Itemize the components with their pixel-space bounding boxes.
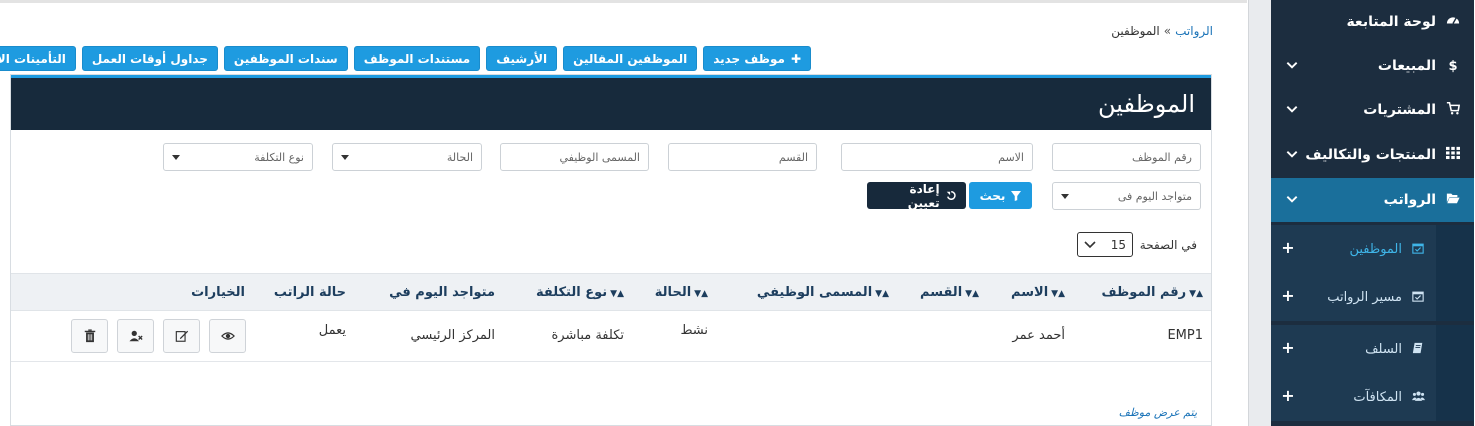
view-button[interactable]: [210, 319, 247, 353]
work-schedules-button[interactable]: جداول أوقات العمل: [82, 46, 219, 71]
folder-open-icon: [1445, 191, 1463, 209]
sidebar-item-dashboard[interactable]: لوحة المتابعة: [1272, 0, 1475, 44]
breadcrumb-current: الموظفين: [1112, 24, 1161, 38]
cell-employee-no: EMP1: [1168, 328, 1204, 343]
search-button[interactable]: بحث: [970, 182, 1033, 209]
calendar-icon: [1411, 290, 1427, 305]
plus-icon: ✚: [791, 51, 802, 66]
sidebar-sub-bonuses-row: المكافآت +: [1272, 373, 1475, 421]
social-insurance-button[interactable]: التأمينات الاجتماعية: [0, 46, 77, 71]
chevron-down-icon: [1287, 151, 1299, 158]
department-input[interactable]: القسم: [669, 143, 818, 171]
records-info: يتم عرض موظف: [1119, 406, 1198, 419]
cell-cost-type: تكلفة مباشرة: [552, 328, 625, 343]
breadcrumb-separator: »: [1164, 24, 1173, 38]
th-job-title[interactable]: ▲▼المسمى الوظيفي: [758, 285, 890, 300]
chevron-down-icon: [1085, 240, 1097, 248]
new-employee-button[interactable]: ✚ موظف جديد: [704, 46, 812, 71]
page-title: الموظفين: [1098, 90, 1196, 118]
caret-down-icon: [173, 154, 181, 160]
job-title-input[interactable]: المسمى الوظيفي: [501, 143, 650, 171]
main-content: الرواتب»الموظفين ✚ موظف جديد الموظفين ال…: [0, 0, 1248, 426]
users-icon: [1411, 390, 1427, 405]
cell-status: نشط: [681, 323, 709, 338]
status-select[interactable]: الحالة: [333, 143, 483, 171]
name-input[interactable]: الاسم: [842, 143, 1034, 171]
chevron-down-icon: [1287, 196, 1299, 203]
th-name[interactable]: ▲▼الاسم: [1012, 285, 1066, 300]
filter-icon: [1012, 190, 1023, 201]
sidebar: لوحة المتابعة $ المبيعات المشتريات المنت…: [1272, 0, 1475, 426]
calendar-icon: [1411, 242, 1427, 257]
expand-plus-icon[interactable]: +: [1280, 287, 1298, 305]
cell-present-today: المركز الرئيسي: [411, 328, 496, 343]
expand-plus-icon[interactable]: +: [1280, 339, 1298, 357]
dashboard-icon: [1445, 13, 1463, 31]
undo-icon: [947, 191, 957, 200]
sidebar-sub-advances-row: السلف +: [1272, 325, 1475, 373]
cell-name: أحمد عمر: [1013, 328, 1066, 343]
employee-no-input[interactable]: رقم الموظف: [1053, 143, 1202, 171]
grid-icon: [1445, 146, 1463, 164]
employee-documents-button[interactable]: مستندات الموظف: [354, 46, 482, 71]
eye-icon: [221, 332, 236, 340]
sidebar-item-payroll[interactable]: الرواتب: [1272, 178, 1475, 222]
cost-type-select[interactable]: نوع التكلفة: [164, 143, 314, 171]
per-page-select[interactable]: 15: [1078, 232, 1134, 257]
user-remove-icon: [129, 330, 144, 342]
expand-plus-icon[interactable]: +: [1280, 387, 1298, 405]
panel-header: الموظفين: [12, 75, 1212, 130]
table-header: ▲▼رقم الموظف ▲▼الاسم ▲▼القسم ▲▼المسمى ال…: [12, 273, 1212, 311]
edit-icon: [176, 330, 189, 342]
employee-vouchers-button[interactable]: سندات الموظفين: [224, 46, 349, 71]
delete-button[interactable]: [72, 319, 109, 353]
sidebar-item-products-costs[interactable]: المنتجات والتكاليف: [1272, 133, 1475, 177]
book-icon: [1411, 342, 1427, 357]
toolbar: ✚ موظف جديد الموظفين المقالين الأرشيف مس…: [0, 46, 812, 72]
breadcrumb: الرواتب»الموظفين: [1112, 24, 1214, 38]
th-department[interactable]: ▲▼القسم: [921, 285, 980, 300]
sidebar-sub-employees-row: الموظفين +: [1272, 225, 1475, 273]
table-row: EMP1 أحمد عمر نشط تكلفة مباشرة المركز ال…: [12, 311, 1212, 362]
th-salary-status: حالة الراتب: [274, 285, 347, 300]
cart-icon: [1445, 101, 1463, 119]
employees-panel: الموظفين رقم الموظف الاسم القسم المسمى ا…: [11, 74, 1213, 426]
dismiss-user-button[interactable]: [118, 319, 155, 353]
per-page-label: في الصفحة: [1140, 238, 1198, 252]
chevron-down-icon: [1287, 62, 1299, 69]
reset-button[interactable]: إعادة تعيين: [868, 182, 967, 210]
th-status[interactable]: ▲▼الحالة: [656, 285, 709, 300]
dollar-icon: $: [1449, 58, 1459, 74]
sidebar-item-sales[interactable]: $ المبيعات: [1272, 44, 1475, 88]
sidebar-gutter: [1250, 0, 1272, 426]
th-employee-no[interactable]: ▲▼رقم الموظف: [1103, 285, 1205, 300]
trash-icon: [85, 329, 96, 343]
dismissed-employees-button[interactable]: الموظفين المقالين: [564, 46, 699, 71]
caret-down-icon: [1062, 193, 1070, 199]
th-cost-type[interactable]: ▲▼نوع التكلفة: [537, 285, 625, 300]
archive-button[interactable]: الأرشيف: [487, 46, 559, 71]
cell-salary-status: يعمل: [319, 323, 347, 338]
caret-down-icon: [342, 154, 350, 160]
sidebar-item-purchases[interactable]: المشتريات: [1272, 88, 1475, 132]
th-present-today[interactable]: متواجد اليوم في: [390, 285, 496, 300]
chevron-down-icon: [1287, 106, 1299, 113]
edit-button[interactable]: [164, 319, 201, 353]
expand-plus-icon[interactable]: +: [1280, 239, 1298, 257]
sidebar-sub-payroll-run-row: مسير الرواتب +: [1272, 273, 1475, 321]
th-options: الخيارات: [192, 285, 246, 300]
present-today-select[interactable]: متواجد اليوم فى: [1053, 182, 1202, 210]
breadcrumb-parent-link[interactable]: الرواتب: [1176, 24, 1214, 38]
